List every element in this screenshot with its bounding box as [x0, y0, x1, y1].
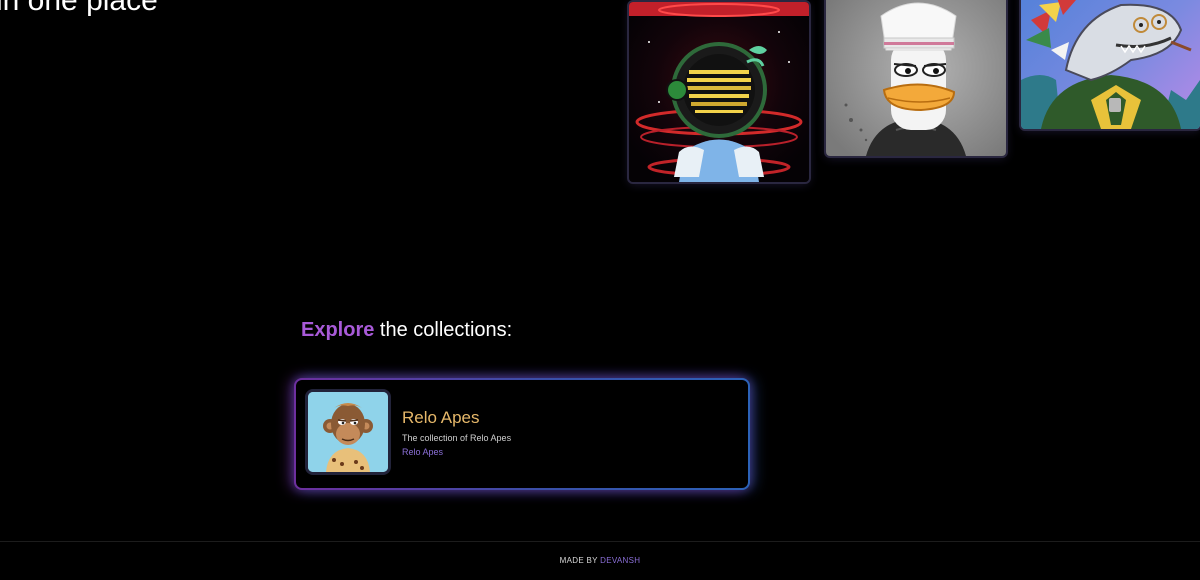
explore-heading: Explore the collections:	[301, 319, 512, 342]
collection-thumbnail	[308, 392, 388, 472]
astronaut-nft-image	[629, 2, 809, 182]
hero-title: in one place	[0, 0, 158, 17]
nft-card-astronaut[interactable]	[629, 2, 809, 182]
collection-description: The collection of Relo Apes	[402, 433, 512, 443]
collection-card[interactable]: Relo Apes The collection of Relo Apes Re…	[294, 378, 750, 490]
nft-card-shark[interactable]	[1021, 0, 1200, 129]
explore-accent: Explore	[301, 319, 375, 341]
explore-rest: the collections:	[374, 319, 513, 341]
ape-avatar-image	[308, 392, 388, 472]
footer-prefix: MADE BY	[559, 556, 601, 565]
duck-nft-image	[826, 0, 1006, 156]
shark-nft-image	[1021, 0, 1200, 129]
page: in one place Explore the collections: Re…	[0, 0, 1200, 580]
nft-card-duck[interactable]	[826, 0, 1006, 156]
footer-author[interactable]: DEVANSH	[600, 556, 640, 565]
footer-divider	[0, 541, 1200, 542]
collection-name: Relo Apes	[402, 408, 480, 427]
collection-link[interactable]: Relo Apes	[402, 447, 443, 457]
footer: MADE BY DEVANSH	[0, 556, 1200, 565]
